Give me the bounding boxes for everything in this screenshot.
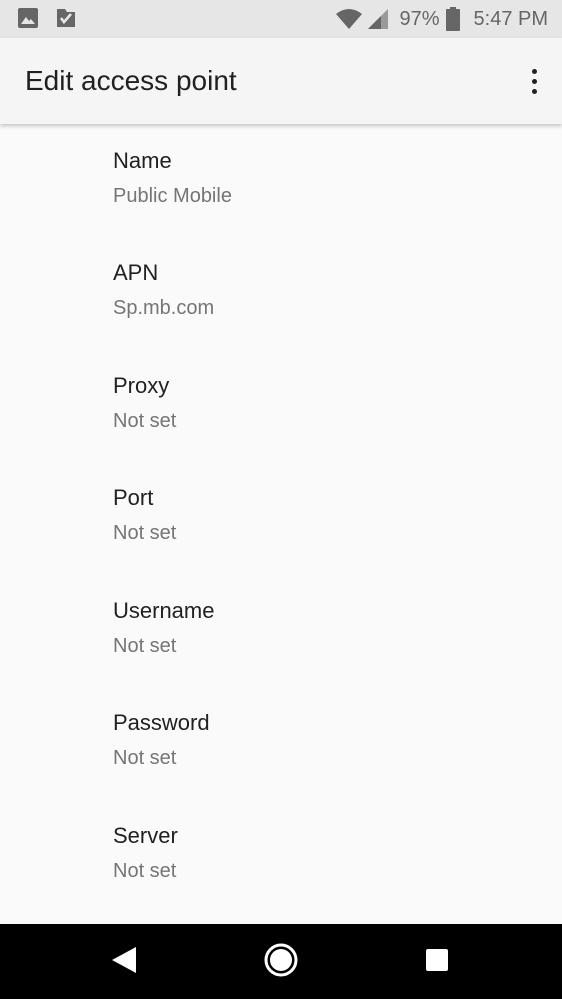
pref-item-port[interactable]: Port Not set <box>0 461 562 573</box>
pref-summary: Not set <box>113 860 177 882</box>
pref-title: Name <box>113 148 172 173</box>
pref-item-apn[interactable]: APN Sp.mb.com <box>0 236 562 348</box>
page-title: Edit access point <box>25 65 237 96</box>
pref-item-password[interactable]: Password Not set <box>0 686 562 798</box>
pref-item-name[interactable]: Name Public Mobile <box>0 124 562 236</box>
more-vert-icon[interactable] <box>520 60 548 102</box>
back-button[interactable] <box>89 936 159 988</box>
back-icon <box>110 945 138 980</box>
pref-summary: Not set <box>113 747 177 769</box>
status-bar: 97% 5:47 PM <box>0 0 562 38</box>
notification-icons <box>17 7 77 29</box>
pref-title: Server <box>113 823 178 848</box>
home-button[interactable] <box>246 936 316 988</box>
recents-icon <box>425 948 449 977</box>
pref-title: Proxy <box>113 373 170 398</box>
home-icon <box>263 942 299 983</box>
wifi-icon <box>335 8 363 30</box>
pref-item-server[interactable]: Server Not set <box>0 799 562 911</box>
play-store-icon <box>55 7 77 29</box>
battery-percent: 97% <box>399 7 440 30</box>
pref-title: Port <box>113 485 154 510</box>
pref-title: Password <box>113 710 210 735</box>
pref-title: APN <box>113 260 159 285</box>
recents-button[interactable] <box>402 936 472 988</box>
signal-icon <box>367 8 389 30</box>
pref-title: Username <box>113 598 215 623</box>
system-status: 97% 5:47 PM <box>335 0 548 38</box>
pref-item-username[interactable]: Username Not set <box>0 574 562 686</box>
navigation-bar <box>0 924 562 999</box>
pref-summary: Sp.mb.com <box>113 297 215 319</box>
image-icon <box>17 7 39 29</box>
pref-summary: Public Mobile <box>113 185 232 207</box>
battery-icon <box>445 7 460 31</box>
preference-list: Name Public Mobile APN Sp.mb.com Proxy N… <box>0 124 562 924</box>
app-bar: Edit access point <box>0 38 562 124</box>
pref-summary: Not set <box>113 635 177 657</box>
status-time: 5:47 PM <box>473 7 548 30</box>
pref-item-proxy[interactable]: Proxy Not set <box>0 349 562 461</box>
pref-summary: Not set <box>113 522 177 544</box>
pref-summary: Not set <box>113 410 177 432</box>
